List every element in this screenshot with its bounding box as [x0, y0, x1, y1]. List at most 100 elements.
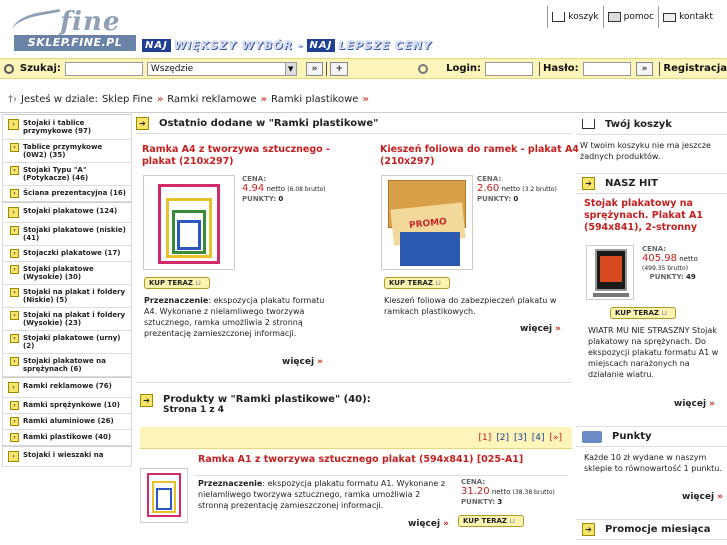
search-input[interactable]	[64, 61, 143, 76]
buy-now-button[interactable]: KUP TERAZ ⊔	[610, 307, 676, 319]
product-thumbnail[interactable]	[140, 468, 188, 523]
category-item[interactable]: › Ramki aluminiowe (26)	[2, 414, 132, 430]
buy-now-button[interactable]: KUP TERAZ ⊔	[144, 277, 210, 289]
points-header: Punkty	[576, 426, 727, 447]
contact-link[interactable]: kontakt	[658, 6, 717, 28]
logo[interactable]: fine SKLEP.FINE.PL	[10, 7, 137, 53]
category-item[interactable]: › Ramki sprężynkowe (10)	[2, 398, 132, 414]
category-item[interactable]: › Stojaczki plakatowe (17)	[2, 246, 132, 262]
category-item[interactable]: › Stojaki plakatowe (Wysokie) (30)	[2, 262, 132, 285]
more-link[interactable]: więcej »	[520, 324, 561, 334]
product-title[interactable]: Kieszeń foliowa do ramek - plakat A4 (21…	[380, 144, 579, 167]
page-link-3[interactable]: [3]	[514, 433, 527, 443]
bullet-icon: ›	[10, 433, 19, 442]
product-thumbnail[interactable]	[143, 175, 235, 270]
cart-icon: ⊔	[509, 517, 516, 525]
mail-icon	[663, 12, 677, 22]
buy-now-label: KUP TERAZ	[463, 517, 507, 525]
cart-icon: ⊔	[435, 279, 442, 287]
buy-now-button[interactable]: KUP TERAZ ⊔	[458, 515, 524, 527]
points-value: 49	[686, 273, 696, 281]
breadcrumb-item-shop[interactable]: Sklep Fine	[102, 94, 153, 105]
product-title[interactable]: Ramka A4 z tworzywa sztucznego - plakat …	[142, 144, 330, 167]
more-link[interactable]: więcej »	[674, 399, 715, 409]
category-item[interactable]: › Ściana prezentacyjna (16)	[2, 186, 132, 202]
category-label: Stojaki plakatowe (124)	[23, 207, 118, 215]
advanced-search-button[interactable]: +	[330, 61, 349, 76]
category-item[interactable]: › Stojaki plakatowe (urny) (2)	[2, 331, 132, 354]
bullet-icon: ›	[10, 334, 19, 343]
category-item[interactable]: › Ramki reklamowe (76)	[2, 377, 132, 398]
breadcrumb-item-plastic[interactable]: Ramki plastikowe	[271, 94, 358, 105]
right-sidebar: Twój koszyk W twoim koszyku nie ma jeszc…	[576, 114, 727, 540]
register-link[interactable]: Registracja	[663, 63, 727, 74]
login-button[interactable]: »	[635, 61, 654, 76]
hit-thumbnail[interactable]	[586, 245, 634, 300]
points-box-text: Każde 10 zł wydane w naszym sklepie to r…	[584, 453, 722, 473]
category-item[interactable]: › Stojaki plakatowe (124)	[2, 202, 132, 223]
page-link-2[interactable]: [2]	[496, 433, 509, 443]
category-item[interactable]: › Stojaki plakatowe (niskie) (41)	[2, 223, 132, 246]
category-item[interactable]: › Stojaki na plakat i foldery (Niskie) (5…	[2, 285, 132, 308]
page-link-next[interactable]: [»]	[549, 433, 562, 443]
points-label: PUNKTY:	[477, 195, 512, 203]
more-link[interactable]: więcej »	[282, 357, 323, 367]
login-input[interactable]	[485, 61, 534, 76]
promo-header: ➔ Promocje miesiąca	[576, 519, 727, 540]
product-price: CENA: 31.20 netto (38.38 brutto) PUNKTY:…	[461, 478, 555, 507]
product-description: Przeznaczenie: ekspozycja plakatu format…	[198, 478, 446, 511]
category-item[interactable]: › Tablice przymykowe (0W2) (35)	[2, 140, 132, 163]
product-price: CENA: 4.94 netto (6.08 brutto) PUNKTY: 0	[242, 175, 326, 204]
bullet-icon: ›	[10, 357, 19, 366]
points-label: PUNKTY:	[242, 195, 277, 203]
page-link-4[interactable]: [4]	[532, 433, 545, 443]
slogan-part-1: WIĘKSZY WYBÓR -	[173, 38, 304, 52]
bullet-icon: ›	[10, 311, 19, 320]
more-label: więcej	[682, 492, 715, 502]
points-value: 0	[513, 195, 519, 203]
category-item[interactable]: › Stojaki plakatowe na sprężynach (6)	[2, 354, 132, 377]
more-link[interactable]: więcej »	[408, 519, 449, 529]
points-value: 3	[497, 498, 503, 506]
category-label: Stojaki plakatowe (niskie) (41)	[23, 226, 126, 242]
desc-label: Przeznaczenie	[198, 479, 263, 488]
bullet-icon: ›	[10, 265, 19, 274]
key-icon	[418, 63, 429, 74]
search-label: Szukaj:	[19, 63, 61, 74]
product-thumbnail[interactable]: PROMO	[381, 175, 473, 270]
arrow-icon: ➔	[140, 394, 153, 407]
password-input[interactable]	[582, 61, 631, 76]
category-item[interactable]: › Stojaki i wieszaki na	[2, 446, 132, 467]
category-item[interactable]: › Stojaki i tablice przymykowe (97)	[2, 114, 132, 140]
breadcrumb-item-frames[interactable]: Ramki reklamowe	[167, 94, 256, 105]
breadcrumb: †› Jesteś w dziale: Sklep Fine » Ramki r…	[8, 94, 369, 105]
category-label: Stojaczki plakatowe (17)	[23, 249, 121, 257]
bullet-icon: ›	[8, 451, 19, 462]
buy-now-button[interactable]: KUP TERAZ ⊔	[384, 277, 450, 289]
netto-label: netto	[266, 185, 286, 193]
search-bar: Szukaj: Wszędzie ▼ » + Login: Hasło: » Re…	[0, 58, 727, 79]
category-label: Ściana prezentacyjna (16)	[23, 189, 126, 197]
search-scope-select[interactable]: Wszędzie ▼	[146, 61, 297, 76]
help-link-label: pomoc	[623, 12, 655, 22]
divider	[136, 382, 572, 383]
more-link[interactable]: więcej »	[682, 492, 723, 502]
page-link-1[interactable]: [1]	[478, 433, 491, 443]
slogan-na-2: NAJ	[306, 38, 336, 52]
slogan-part-2: LEPSZE CENY	[338, 38, 432, 52]
help-icon	[607, 12, 621, 22]
category-item[interactable]: › Stojaki na plakat i foldery (Wysokie) (…	[2, 308, 132, 331]
category-item[interactable]: › Ramki plastikowe (40)	[2, 430, 132, 446]
help-link[interactable]: pomoc	[602, 6, 658, 28]
bullet-icon: ›	[8, 119, 19, 130]
main-content: ➔ Ostatnio dodane w "Ramki plastikowe" R…	[136, 114, 579, 529]
arrow-icon: ➔	[582, 523, 595, 536]
category-item[interactable]: › Stojaki Typu "A" (Potykacze) (46)	[2, 163, 132, 186]
hit-product-name[interactable]: Stojak plakatowy na sprężynach. Plakat A…	[576, 194, 727, 234]
cart-link[interactable]: koszyk	[547, 6, 602, 28]
product-card: Kieszeń foliowa do ramek - plakat A4 (21…	[380, 144, 585, 168]
search-go-button[interactable]: »	[305, 61, 324, 76]
product-title[interactable]: Ramka A1 z tworzywa sztucznego plakat (5…	[198, 454, 523, 465]
desc-text: Kieszeń foliowa do zabezpieczeń plakatu …	[384, 296, 557, 316]
divider	[539, 61, 541, 76]
